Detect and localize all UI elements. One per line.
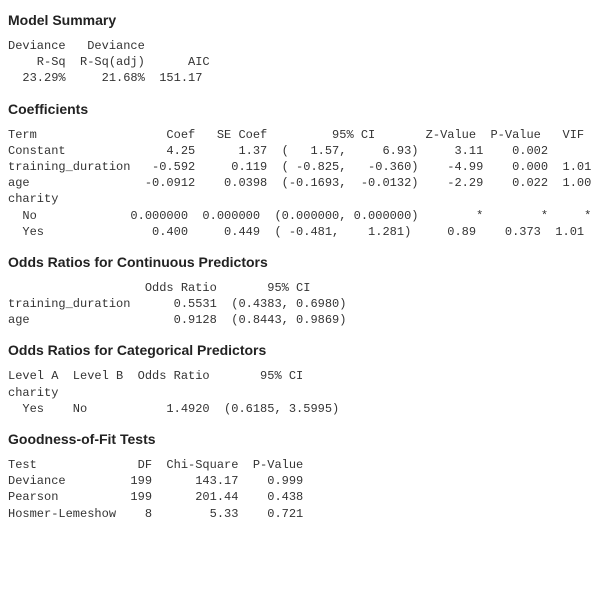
- coefficients-header: Term Coef SE Coef 95% CI Z-Value P-Value…: [8, 128, 584, 142]
- table-row: training_duration 0.5531 (0.4383, 0.6980…: [8, 297, 346, 311]
- odds-categorical-header: Level A Level B Odds Ratio 95% CI: [8, 369, 303, 383]
- odds-continuous-header: Odds Ratio 95% CI: [8, 281, 310, 295]
- section-title-model-summary: Model Summary: [8, 12, 584, 28]
- model-summary-header2: R-Sq R-Sq(adj) AIC: [8, 55, 210, 69]
- table-row: Yes 0.400 0.449 ( -0.481, 1.281) 0.89 0.…: [8, 225, 584, 239]
- section-title-odds-categorical: Odds Ratios for Categorical Predictors: [8, 342, 584, 358]
- table-row: training_duration -0.592 0.119 ( -0.825,…: [8, 160, 591, 174]
- table-row: charity: [8, 192, 58, 206]
- table-row: charity: [8, 386, 58, 400]
- gof-block: Test DF Chi-Square P-Value Deviance 199 …: [8, 457, 584, 522]
- table-row: Pearson 199 201.44 0.438: [8, 490, 303, 504]
- table-row: Deviance 199 143.17 0.999: [8, 474, 303, 488]
- table-row: Constant 4.25 1.37 ( 1.57, 6.93) 3.11 0.…: [8, 144, 548, 158]
- gof-header: Test DF Chi-Square P-Value: [8, 458, 303, 472]
- model-summary-row: 23.29% 21.68% 151.17: [8, 71, 202, 85]
- odds-categorical-block: Level A Level B Odds Ratio 95% CI charit…: [8, 368, 584, 417]
- table-row: age 0.9128 (0.8443, 0.9869): [8, 313, 346, 327]
- odds-continuous-block: Odds Ratio 95% CI training_duration 0.55…: [8, 280, 584, 329]
- coefficients-block: Term Coef SE Coef 95% CI Z-Value P-Value…: [8, 127, 584, 240]
- table-row: age -0.0912 0.0398 (-0.1693, -0.0132) -2…: [8, 176, 591, 190]
- table-row: No 0.000000 0.000000 (0.000000, 0.000000…: [8, 209, 591, 223]
- model-summary-block: Deviance Deviance R-Sq R-Sq(adj) AIC 23.…: [8, 38, 584, 87]
- model-summary-header1: Deviance Deviance: [8, 39, 145, 53]
- table-row: Hosmer-Lemeshow 8 5.33 0.721: [8, 507, 303, 521]
- section-title-gof: Goodness-of-Fit Tests: [8, 431, 584, 447]
- table-row: Yes No 1.4920 (0.6185, 3.5995): [8, 402, 339, 416]
- section-title-coefficients: Coefficients: [8, 101, 584, 117]
- section-title-odds-continuous: Odds Ratios for Continuous Predictors: [8, 254, 584, 270]
